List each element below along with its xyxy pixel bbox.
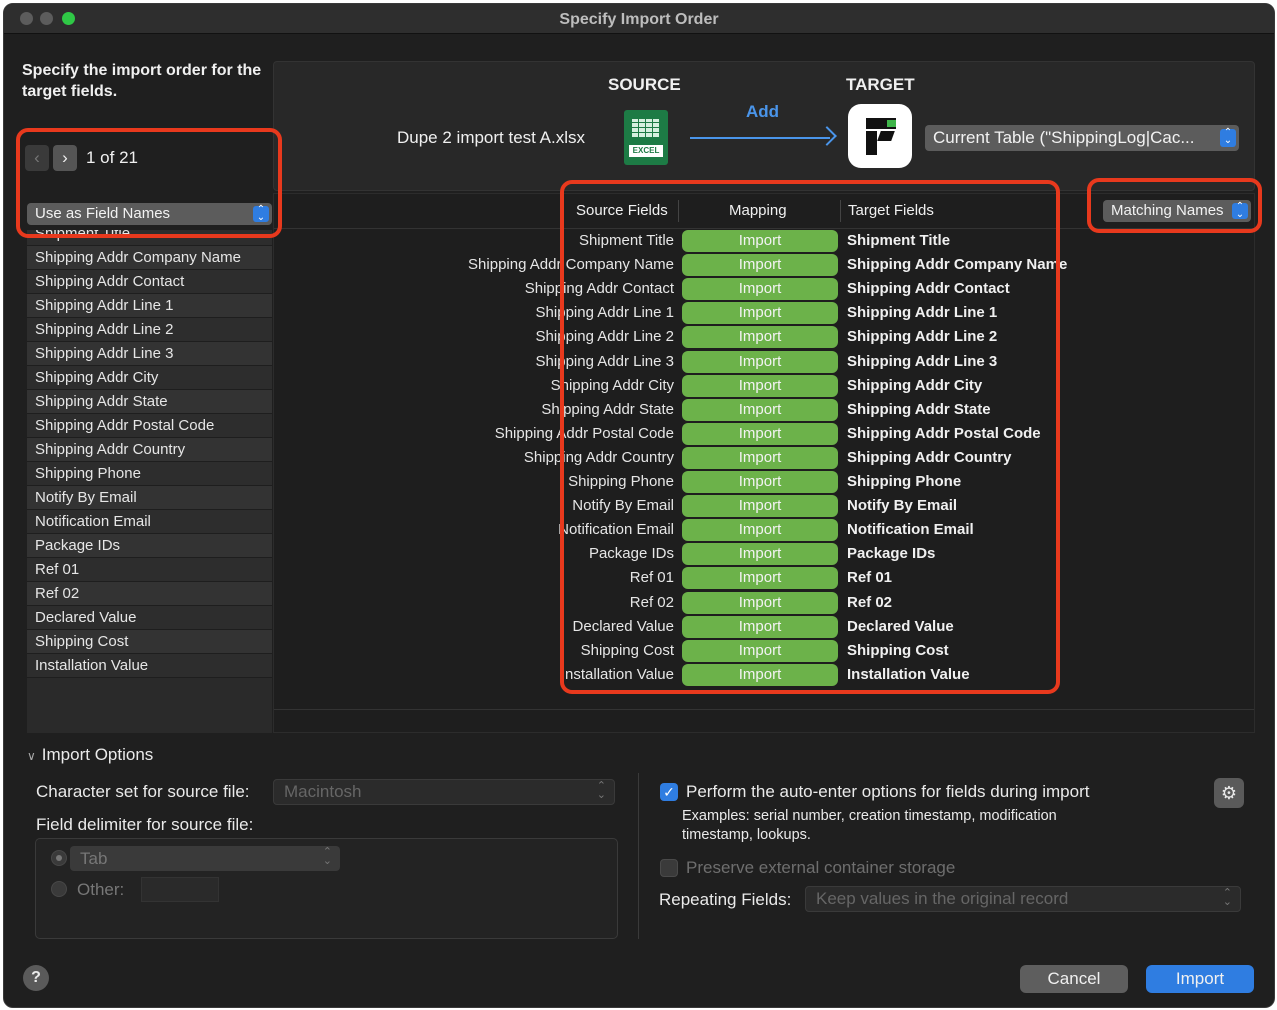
- source-field-list-item[interactable]: Shipping Addr Postal Code: [27, 414, 272, 438]
- tab-delimiter-popup[interactable]: Tab ⌃ ⌄: [70, 846, 340, 871]
- source-field-list[interactable]: Shipment Title Shipping Addr Company Name…: [27, 230, 272, 733]
- cancel-button[interactable]: Cancel: [1020, 965, 1128, 993]
- charset-popup[interactable]: Macintosh ⌃ ⌄: [273, 779, 615, 805]
- auto-enter-label: Perform the auto-enter options for field…: [686, 782, 1090, 801]
- tab-delimiter-value: Tab: [80, 849, 108, 868]
- chevron-down-icon: ∨: [27, 749, 36, 763]
- up-down-arrows-icon: ⌃ ⌄: [322, 846, 332, 867]
- source-field-list-item[interactable]: Shipping Addr Country: [27, 438, 272, 462]
- source-field-list-item[interactable]: Shipping Addr Line 1: [27, 294, 272, 318]
- target-label: TARGET: [846, 75, 915, 94]
- window-title: Specify Import Order: [559, 11, 719, 28]
- target-table-value: Current Table ("ShippingLog|Cac...: [933, 128, 1195, 147]
- up-down-arrows-icon: ⌃ ⌄: [596, 780, 606, 801]
- source-field-list-item[interactable]: Shipping Addr Line 3: [27, 342, 272, 366]
- excel-tag: EXCEL: [629, 145, 663, 157]
- checkmark-icon: ✓: [663, 784, 675, 800]
- source-field-list-item[interactable]: Shipping Cost: [27, 630, 272, 654]
- preserve-container-checkbox[interactable]: [660, 859, 678, 877]
- source-label: SOURCE: [608, 75, 681, 94]
- up-down-arrows-icon: ⌃ ⌄: [1220, 128, 1236, 147]
- source-field-list-item[interactable]: Ref 01: [27, 558, 272, 582]
- import-button[interactable]: Import: [1146, 965, 1254, 993]
- charset-label: Character set for source file:: [36, 782, 250, 801]
- options-divider: [638, 773, 639, 939]
- source-field-list-item[interactable]: Shipping Addr City: [27, 366, 272, 390]
- auto-enter-checkbox[interactable]: ✓: [660, 783, 678, 801]
- up-down-arrows-icon: ⌃ ⌄: [1222, 887, 1232, 908]
- target-table-popup[interactable]: Current Table ("ShippingLog|Cac... ⌃ ⌄: [925, 125, 1239, 151]
- preserve-container-label: Preserve external container storage: [686, 858, 956, 877]
- annotation-box-mapping: [560, 180, 1060, 694]
- other-delimiter-radio[interactable]: [51, 881, 67, 897]
- source-field-list-item[interactable]: Notification Email: [27, 510, 272, 534]
- repeating-fields-popup[interactable]: Keep values in the original record ⌃ ⌄: [805, 886, 1241, 912]
- source-filename: Dupe 2 import test A.xlsx: [397, 128, 586, 147]
- source-field-list-item[interactable]: Shipping Addr Line 2: [27, 318, 272, 342]
- charset-value: Macintosh: [284, 782, 362, 801]
- source-field-list-item[interactable]: Package IDs: [27, 534, 272, 558]
- auto-enter-settings-button[interactable]: ⚙: [1214, 778, 1244, 808]
- annotation-box-matching: [1087, 178, 1262, 233]
- filemaker-logo-icon: [848, 104, 912, 168]
- source-field-list-item[interactable]: Shipping Phone: [27, 462, 272, 486]
- repeating-fields-value: Keep values in the original record: [816, 889, 1069, 908]
- source-field-list-item[interactable]: Installation Value: [27, 654, 272, 678]
- list-bottom-divider: [274, 709, 1254, 710]
- repeating-fields-label: Repeating Fields:: [659, 890, 792, 909]
- help-button[interactable]: ?: [23, 965, 49, 991]
- tab-delimiter-radio[interactable]: [51, 850, 67, 866]
- import-action-label: Add: [746, 102, 780, 121]
- source-field-list-item[interactable]: Shipping Addr Company Name: [27, 246, 272, 270]
- import-options-label: Import Options: [41, 745, 154, 764]
- source-field-list-item[interactable]: Declared Value: [27, 606, 272, 630]
- source-field-list-item[interactable]: Notify By Email: [27, 486, 272, 510]
- arrow-right-icon: [690, 137, 830, 139]
- source-field-list-item[interactable]: Ref 02: [27, 582, 272, 606]
- other-delimiter-label: Other:: [77, 880, 125, 899]
- auto-enter-examples: Examples: serial number, creation timest…: [682, 808, 1057, 843]
- source-field-list-item[interactable]: Shipping Addr Contact: [27, 270, 272, 294]
- source-field-list-item[interactable]: Shipping Addr State: [27, 390, 272, 414]
- instructions-text: Specify the import order for the target …: [22, 62, 262, 100]
- excel-file-icon: EXCEL: [624, 110, 668, 165]
- gear-icon: ⚙: [1220, 783, 1238, 803]
- annotation-box-navigation: [16, 128, 282, 238]
- other-delimiter-input[interactable]: [141, 877, 219, 902]
- delimiter-label: Field delimiter for source file:: [36, 815, 254, 834]
- import-options-toggle[interactable]: ∨ Import Options: [27, 745, 153, 765]
- title-bar: Specify Import Order: [4, 4, 1274, 34]
